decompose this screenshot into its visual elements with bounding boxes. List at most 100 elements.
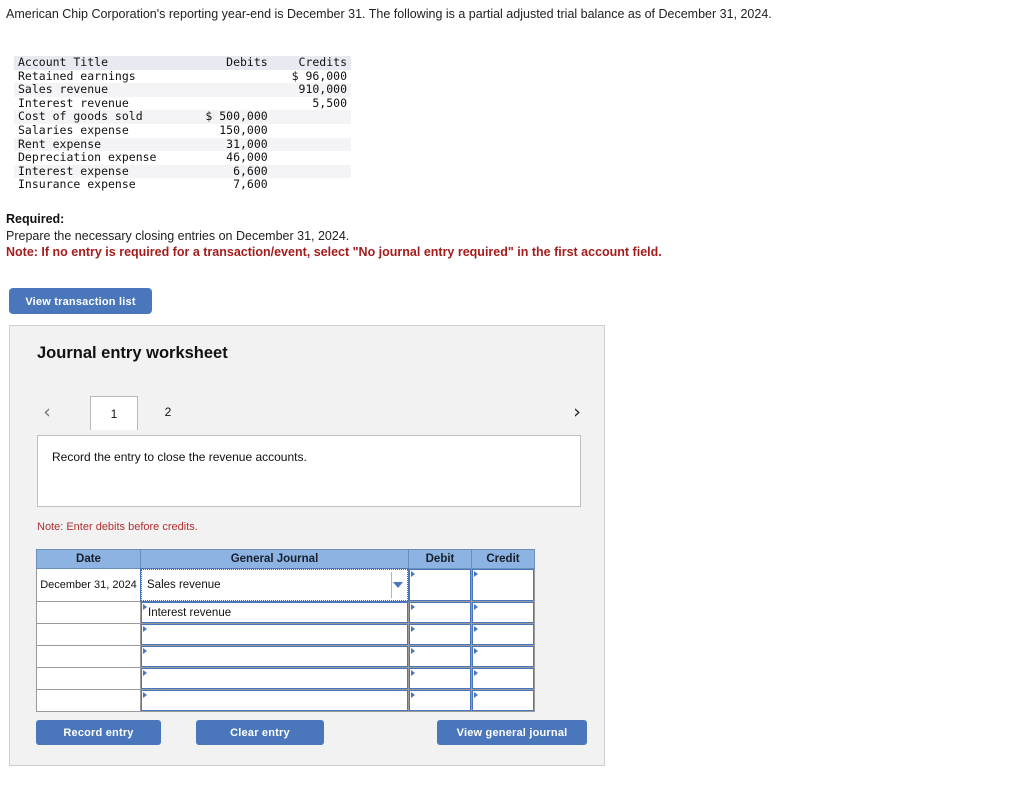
trial-balance-account: Rent expense [14,137,187,152]
tab-entry-2[interactable]: 2 [150,396,186,428]
journal-account-cell[interactable] [140,689,409,712]
journal-credit-input[interactable] [472,624,534,645]
trial-balance-row: Interest expense 6,600 [14,164,351,179]
cell-corner-marker-icon [411,692,415,698]
journal-entry-table: Date General Journal Debit Credit Decemb… [36,549,535,712]
journal-header-credit: Credit [471,549,535,569]
journal-debit-cell[interactable] [408,667,472,690]
journal-credit-cell[interactable] [471,623,535,646]
trial-balance-debit [186,69,272,84]
cell-corner-marker-icon [143,670,147,676]
journal-debit-input[interactable] [409,602,471,623]
journal-entry-worksheet-panel: Journal entry worksheet ‹ 1 2 › Record t… [9,325,605,766]
journal-credit-cell[interactable] [471,689,535,712]
enter-debits-note: Note: Enter debits before credits. [37,521,198,533]
trial-balance-row: Insurance expense 7,600 [14,178,351,192]
journal-account-value: Interest revenue [148,606,232,619]
trial-balance-account: Interest expense [14,164,187,179]
required-block: Required: Prepare the necessary closing … [6,211,866,261]
journal-debit-cell[interactable] [408,568,472,602]
trial-balance-account: Retained earnings [14,69,187,84]
record-entry-button[interactable]: Record entry [36,720,161,745]
prev-entry-chevron-icon[interactable]: ‹ [36,400,58,424]
trial-balance-debit: 6,600 [186,164,272,179]
journal-debit-cell[interactable] [408,601,472,624]
journal-account-input[interactable]: Interest revenue [141,602,408,623]
journal-header-date: Date [36,549,141,569]
journal-debit-input[interactable] [409,668,471,689]
view-general-journal-button[interactable]: View general journal [437,720,587,745]
trial-balance-debit: 46,000 [186,151,272,165]
trial-balance-row: Cost of goods sold $ 500,000 [14,110,351,124]
journal-credit-input[interactable] [472,690,534,711]
journal-credit-cell[interactable] [471,601,535,624]
chevron-down-icon[interactable] [393,582,403,588]
journal-debit-input[interactable] [409,624,471,645]
journal-entry-row [36,645,535,668]
trial-balance-header-debits: Debits [186,55,272,70]
journal-account-input[interactable] [141,624,408,645]
journal-debit-input[interactable] [409,646,471,667]
trial-balance-debit: $ 500,000 [186,110,272,124]
journal-debit-input[interactable] [409,690,471,711]
journal-date-cell [36,601,141,624]
cell-corner-marker-icon [143,604,147,610]
journal-credit-input[interactable] [472,668,534,689]
journal-debit-cell[interactable] [408,689,472,712]
intro-paragraph: American Chip Corporation's reporting ye… [6,7,772,21]
trial-balance-account: Sales revenue [14,83,187,97]
journal-credit-cell[interactable] [471,667,535,690]
cell-corner-marker-icon [474,604,478,610]
trial-balance-table: Account Title Debits Credits Retained ea… [14,55,351,192]
clear-entry-button[interactable]: Clear entry [196,720,324,745]
journal-entry-row [36,623,535,646]
trial-balance-body: Retained earnings $ 96,000 Sales revenue 91… [14,69,351,192]
cell-corner-marker-icon [411,604,415,610]
cell-corner-marker-icon [474,692,478,698]
next-entry-chevron-icon[interactable]: › [566,400,588,424]
journal-credit-cell[interactable] [471,568,535,602]
journal-credit-input[interactable] [472,602,534,623]
journal-entry-row [36,667,535,690]
cell-corner-marker-icon [143,692,147,698]
trial-balance-credit: 910,000 [271,83,351,97]
journal-account-input[interactable] [141,690,408,711]
journal-account-cell[interactable] [140,623,409,646]
journal-account-input[interactable]: Sales revenue [140,568,409,602]
journal-account-cell[interactable] [140,645,409,668]
trial-balance-row: Retained earnings $ 96,000 [14,69,351,84]
journal-credit-input[interactable] [472,646,534,667]
trial-balance-credit [271,123,351,138]
journal-credit-input[interactable] [472,569,534,601]
journal-debit-cell[interactable] [408,623,472,646]
trial-balance-account: Cost of goods sold [14,110,187,124]
trial-balance-header-account: Account Title [14,55,187,70]
trial-balance-header-credits: Credits [271,55,351,70]
journal-credit-cell[interactable] [471,645,535,668]
trial-balance-credit [271,164,351,179]
journal-account-input[interactable] [141,668,408,689]
journal-entry-row [36,689,535,712]
journal-account-input[interactable] [141,646,408,667]
view-transaction-list-button[interactable]: View transaction list [9,288,152,314]
cell-corner-marker-icon [143,626,147,632]
entry-instruction-text: Record the entry to close the revenue ac… [52,450,307,464]
journal-debit-input[interactable] [409,569,471,601]
required-title: Required: [6,212,65,226]
trial-balance-row: Rent expense 31,000 [14,137,351,152]
journal-account-cell[interactable]: Sales revenue [140,568,409,602]
tab-entry-1[interactable]: 1 [90,396,138,430]
journal-debit-cell[interactable] [408,645,472,668]
trial-balance-row: Depreciation expense 46,000 [14,151,351,165]
journal-account-value: Sales revenue [147,579,221,591]
journal-header-general-journal: General Journal [140,549,409,569]
journal-date-cell [36,623,141,646]
trial-balance-account: Depreciation expense [14,151,187,165]
entry-instruction-box: Record the entry to close the revenue ac… [37,435,581,507]
trial-balance-row: Interest revenue 5,500 [14,96,351,111]
journal-account-cell[interactable]: Interest revenue [140,601,409,624]
journal-account-cell[interactable] [140,667,409,690]
journal-date-cell: December 31, 2024 [36,568,141,602]
dropdown-separator [391,572,392,598]
trial-balance-debit [186,83,272,97]
